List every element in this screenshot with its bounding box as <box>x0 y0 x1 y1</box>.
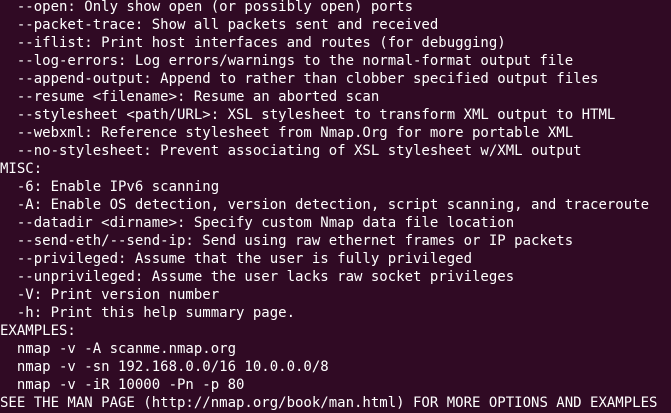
terminal-line: --append-output: Append to rather than c… <box>0 71 599 87</box>
terminal-line: --iflist: Print host interfaces and rout… <box>0 35 506 51</box>
terminal-line: --no-stylesheet: Prevent associating of … <box>0 143 582 159</box>
terminal-line: --datadir <dirname>: Specify custom Nmap… <box>0 215 515 231</box>
example-command: nmap -v -A scanme.nmap.org <box>0 341 237 357</box>
terminal-line: -V: Print version number <box>0 287 220 303</box>
terminal-line: -6: Enable IPv6 scanning <box>0 179 220 195</box>
terminal-window[interactable]: --open: Only show open (or possibly open… <box>0 0 671 413</box>
terminal-line: --stylesheet <path/URL>: XSL stylesheet … <box>0 107 616 123</box>
man-page-notice: SEE THE MAN PAGE (http://nmap.org/book/m… <box>0 395 658 411</box>
example-command: nmap -v -sn 192.168.0.0/16 10.0.0.0/8 <box>0 359 329 375</box>
terminal-line: --open: Only show open (or possibly open… <box>0 0 414 15</box>
section-heading-examples: EXAMPLES: <box>0 323 76 339</box>
terminal-line: --unprivileged: Assume the user lacks ra… <box>0 269 515 285</box>
section-heading-misc: MISC: <box>0 161 43 177</box>
terminal-line: -A: Enable OS detection, version detecti… <box>0 197 650 213</box>
example-command: nmap -v -iR 10000 -Pn -p 80 <box>0 377 245 393</box>
terminal-line: --resume <filename>: Resume an aborted s… <box>0 89 380 105</box>
terminal-line: --privileged: Assume that the user is fu… <box>0 251 473 267</box>
terminal-line: --packet-trace: Show all packets sent an… <box>0 17 439 33</box>
terminal-line: --webxml: Reference stylesheet from Nmap… <box>0 125 574 141</box>
terminal-line: --log-errors: Log errors/warnings to the… <box>0 53 574 69</box>
terminal-line: -h: Print this help summary page. <box>0 305 296 321</box>
terminal-line: --send-eth/--send-ip: Send using raw eth… <box>0 233 574 249</box>
